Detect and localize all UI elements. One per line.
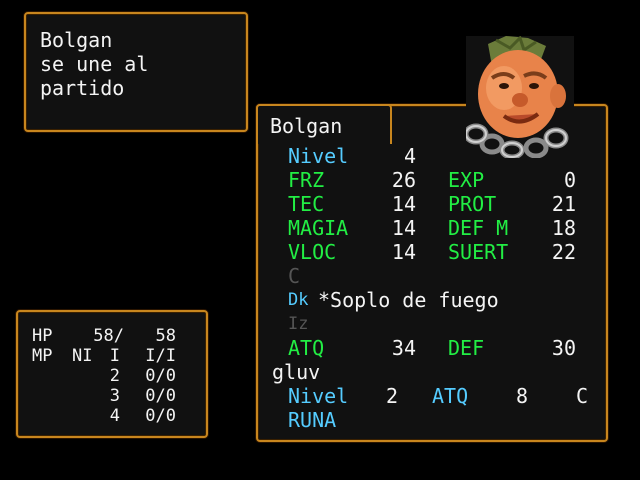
nivel-value: 4: [403, 144, 416, 168]
weapon-name: gluv: [272, 360, 321, 384]
equip-slot-dk-icon: Dk: [288, 290, 309, 310]
vloc-value: 14: [391, 240, 416, 264]
character-name-tab: Bolgan: [256, 104, 392, 144]
message-window: Bolgan se une al partido: [24, 12, 248, 132]
frz-label: FRZ: [288, 168, 325, 192]
magia-label: MAGIA: [288, 216, 349, 240]
equip-slot-iz-icon: Iz: [288, 314, 309, 334]
mp-value-1: I/I: [145, 346, 176, 366]
message-line-1: Bolgan: [40, 28, 113, 52]
character-name: Bolgan: [270, 114, 343, 138]
mp-value-2: 0/0: [145, 366, 176, 386]
tec-value: 14: [391, 192, 416, 216]
weapon-atq-value: 8: [515, 384, 528, 408]
atq-value: 34: [391, 336, 416, 360]
tec-label: TEC: [288, 192, 325, 216]
message-line-3: partido: [40, 76, 125, 100]
equip-slot-c-icon: C: [288, 264, 301, 288]
weapon-atq-label: ATQ: [432, 384, 469, 408]
vloc-label: VLOC: [288, 240, 337, 264]
defm-value: 18: [551, 216, 576, 240]
exp-value: 0: [563, 168, 576, 192]
mp-value-4: 0/0: [145, 406, 176, 426]
mp-label: MP: [32, 346, 53, 366]
mp-level-label: NI: [72, 346, 93, 366]
runa-label: RUNA: [288, 408, 337, 432]
dwarf-portrait-icon: [463, 35, 574, 160]
atq-label: ATQ: [288, 336, 325, 360]
magia-value: 14: [391, 216, 416, 240]
hp-label: HP: [32, 326, 53, 346]
frz-value: 26: [391, 168, 416, 192]
mp-value-3: 0/0: [145, 386, 176, 406]
mp-level-1: I: [109, 346, 120, 366]
equipped-item[interactable]: *Soplo de fuego: [318, 288, 499, 312]
def-label: DEF: [448, 336, 485, 360]
exp-label: EXP: [448, 168, 485, 192]
hp-mp-window: HP 58/ 58 MP NI I I/I 2 0/0 3 0/0 4 0/0: [16, 310, 208, 438]
mp-level-4: 4: [109, 406, 120, 426]
mp-level-3: 3: [109, 386, 120, 406]
def-value: 30: [551, 336, 576, 360]
prot-value: 21: [551, 192, 576, 216]
defm-label: DEF M: [448, 216, 509, 240]
message-line-2: se une al: [40, 52, 149, 76]
weapon-nivel-label: Nivel: [288, 384, 349, 408]
prot-label: PROT: [448, 192, 497, 216]
nivel-label: Nivel: [288, 144, 349, 168]
suert-value: 22: [551, 240, 576, 264]
hp-current: 58/: [93, 326, 124, 346]
suert-label: SUERT: [448, 240, 509, 264]
weapon-nivel-value: 2: [385, 384, 398, 408]
weapon-grade: C: [575, 384, 588, 408]
mp-level-2: 2: [109, 366, 120, 386]
hp-max: 58: [155, 326, 176, 346]
